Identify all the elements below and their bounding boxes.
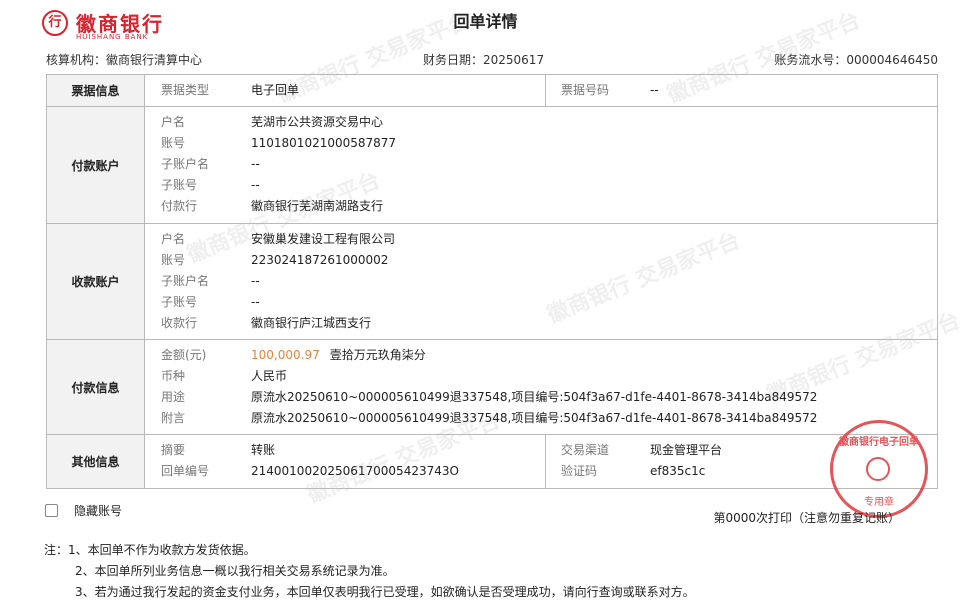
payee-account: 223024187261000002 <box>251 253 389 267</box>
payer-bank: 徽商银行芜湖南湖路支行 <box>251 199 384 213</box>
hide-account-label[interactable]: 隐藏账号 <box>74 502 122 519</box>
payer-subname-row: 子账户名 -- <box>145 154 937 175</box>
purpose-row: 用途 原流水20250610~000005610499退337548,项目编号:… <box>145 387 937 408</box>
seal-emblem-icon <box>866 457 890 481</box>
payer-subaccount-name: -- <box>251 157 260 171</box>
amount-row: 金额(元) 100,000.97 壹拾万元玖角柒分 <box>145 345 937 366</box>
payer-name-row: 户名 芜湖市公共资源交易中心 <box>145 112 937 133</box>
currency-row: 币种 人民币 <box>145 366 937 387</box>
purpose-value: 原流水20250610~000005610499退337548,项目编号:504… <box>251 390 818 404</box>
summary-row: 摘要 转账 交易渠道 现金管理平台 <box>145 440 937 461</box>
print-count: 第0000次打印（注意勿重复记账） <box>713 511 900 525</box>
field-label: 子账号 <box>161 178 198 192</box>
bill-type: 电子回单 <box>251 83 300 97</box>
section-header: 收款账户 <box>47 224 145 339</box>
field-label: 票据号码 <box>561 83 610 97</box>
currency-value: 人民币 <box>251 369 288 383</box>
payee-name-row: 户名 安徽巢发建设工程有限公司 <box>145 229 937 250</box>
field-label: 账号 <box>161 136 186 150</box>
section-header: 票据信息 <box>47 75 145 106</box>
amount-in-words: 壹拾万元玖角柒分 <box>329 348 426 362</box>
amount-value: 100,000.97 <box>251 348 320 362</box>
payee-account-row: 账号 223024187261000002 <box>145 250 937 271</box>
receipt-table: 票据信息 票据类型 电子回单 票据号码 -- 付款账户 户名 芜湖市公共资源交易… <box>46 74 938 489</box>
note-line: 3、若为通过我行发起的资金支付业务，本回单仅表明我行已受理，如欲确认是否受理成功… <box>75 585 695 599</box>
remark-row: 附言 原流水20250610~000005610499退337548,项目编号:… <box>145 408 937 429</box>
field-label: 用途 <box>161 390 186 404</box>
remark-value: 原流水20250610~000005610499退337548,项目编号:504… <box>251 411 818 425</box>
field-label: 子账户名 <box>161 274 210 288</box>
field-label: 摘要 <box>161 443 186 457</box>
hide-account-toggle[interactable]: 隐藏账号 <box>45 502 122 519</box>
accounting-org: 核算机构：徽商银行清算中心 <box>46 53 203 67</box>
bank-name-en: HUISHANG BANK <box>76 33 149 41</box>
field-label: 付款行 <box>161 199 198 213</box>
receipt-number: 21400100202506170005423743O <box>251 464 459 478</box>
seal-bottom-text: 专用章 <box>864 497 894 508</box>
field-label: 子账户名 <box>161 157 210 171</box>
ledger-serial: 账务流水号：000004646450 <box>774 53 938 67</box>
field-label: 账号 <box>161 253 186 267</box>
field-label: 票据类型 <box>161 83 210 97</box>
payee-subaccount-row: 子账号 -- <box>145 292 937 313</box>
section-header: 其他信息 <box>47 435 145 488</box>
note-line: 注：1、本回单不作为收款方发货依据。 <box>44 543 256 557</box>
field-label: 附言 <box>161 411 186 425</box>
field-label: 验证码 <box>561 464 598 478</box>
section-other: 其他信息 摘要 转账 交易渠道 现金管理平台 回单编号 214001002025… <box>47 435 937 488</box>
field-label: 收款行 <box>161 316 198 330</box>
field-label: 币种 <box>161 369 186 383</box>
field-label: 子账号 <box>161 295 198 309</box>
payer-account-row: 账号 1101801021000587877 <box>145 133 937 154</box>
field-label: 交易渠道 <box>561 443 610 457</box>
field-label: 户名 <box>161 115 186 129</box>
section-payer: 付款账户 户名 芜湖市公共资源交易中心 账号 11018010210005878… <box>47 107 937 224</box>
finance-date: 财务日期：20250617 <box>423 53 545 67</box>
payer-subaccount: -- <box>251 178 260 192</box>
notes: 注：1、本回单不作为收款方发货依据。 2、本回单所列业务信息一概以我行相关交易系… <box>44 540 695 603</box>
channel-value: 现金管理平台 <box>650 443 723 457</box>
section-header: 付款信息 <box>47 340 145 434</box>
hide-account-checkbox[interactable] <box>45 504 58 517</box>
section-payee: 收款账户 户名 安徽巢发建设工程有限公司 账号 2230241872610000… <box>47 224 937 340</box>
page-title: 回单详情 <box>453 12 518 31</box>
field-label: 金额(元) <box>161 348 207 362</box>
payee-subname-row: 子账户名 -- <box>145 271 937 292</box>
seal-top-text: 徽商银行电子回单 <box>839 437 919 448</box>
payer-subaccount-row: 子账号 -- <box>145 175 937 196</box>
verification-code: ef835c1c <box>650 464 706 478</box>
receipt-no-row: 回单编号 21400100202506170005423743O 验证码 ef8… <box>145 461 937 482</box>
payee-subaccount-name: -- <box>251 274 260 288</box>
payer-bank-row: 付款行 徽商银行芜湖南湖路支行 <box>145 196 937 217</box>
bill-number: -- <box>650 83 659 97</box>
payer-name: 芜湖市公共资源交易中心 <box>251 115 384 129</box>
bill-row: 票据类型 电子回单 票据号码 -- <box>145 80 937 101</box>
payee-bank: 徽商银行庐江城西支行 <box>251 316 372 330</box>
note-line: 2、本回单所列业务信息一概以我行相关交易系统记录为准。 <box>75 564 395 578</box>
section-header: 付款账户 <box>47 107 145 223</box>
bank-seal: 徽商银行电子回单 专用章 <box>830 420 928 518</box>
payer-account: 1101801021000587877 <box>251 136 397 150</box>
section-bill: 票据信息 票据类型 电子回单 票据号码 -- <box>47 75 937 107</box>
payee-name: 安徽巢发建设工程有限公司 <box>251 232 396 246</box>
payee-bank-row: 收款行 徽商银行庐江城西支行 <box>145 313 937 334</box>
field-label: 回单编号 <box>161 464 210 478</box>
payee-subaccount: -- <box>251 295 260 309</box>
section-payment: 付款信息 金额(元) 100,000.97 壹拾万元玖角柒分 币种 人民币 用途 … <box>47 340 937 435</box>
field-label: 户名 <box>161 232 186 246</box>
summary-value: 转账 <box>251 443 276 457</box>
